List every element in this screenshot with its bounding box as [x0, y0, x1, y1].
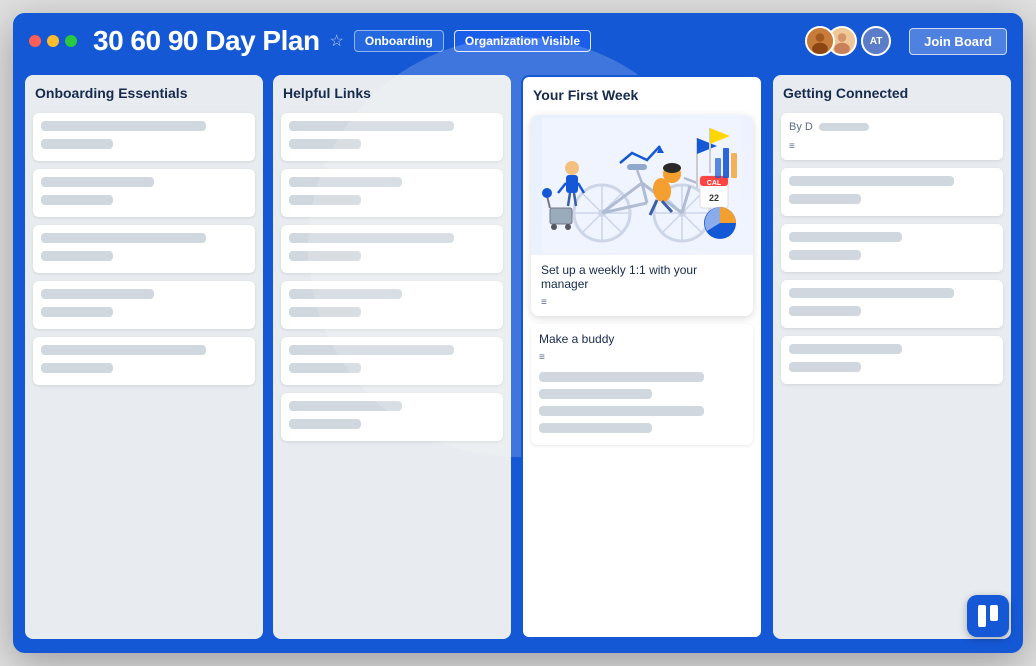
column-4-title: Getting Connected [781, 85, 1003, 101]
card-2-3[interactable] [281, 225, 503, 273]
card-illustration: CAL 22 [531, 115, 753, 255]
placeholder-bar [289, 177, 402, 187]
placeholder-bar [789, 176, 954, 186]
card-4-partial[interactable]: By D ≡ [781, 113, 1003, 160]
placeholder-bar [41, 177, 154, 187]
placeholder-bar [289, 307, 361, 317]
traffic-lights [29, 35, 77, 47]
placeholder-bar [289, 419, 361, 429]
menu-icon-2: ≡ [539, 352, 545, 363]
onboarding-tag[interactable]: Onboarding [354, 30, 444, 52]
card-line-1: ≡ [541, 297, 743, 308]
trello-logo[interactable] [967, 595, 1009, 637]
column-your-first-week: Your First Week [521, 75, 763, 639]
placeholder-bar [41, 195, 113, 205]
app-window: 30 60 90 Day Plan ☆ Onboarding Organizat… [13, 13, 1023, 653]
placeholder-bar [539, 389, 652, 399]
buddy-title: Make a buddy [539, 332, 745, 346]
avatar-1[interactable] [805, 26, 835, 56]
placeholder-bar [789, 194, 861, 204]
by-label: By D [789, 121, 813, 133]
placeholder-bar [289, 251, 361, 261]
placeholder-bar [289, 121, 454, 131]
buddy-card[interactable]: Make a buddy ≡ [531, 324, 753, 445]
card-4-2[interactable] [781, 224, 1003, 272]
placeholder-bar [789, 306, 861, 316]
placeholder-bar [41, 233, 206, 243]
trello-bar-right [990, 605, 998, 621]
placeholder-bar [289, 345, 454, 355]
card-2-6[interactable] [281, 393, 503, 441]
card-1-5[interactable] [33, 337, 255, 385]
card-featured-body: Set up a weekly 1:1 with your manager ≡ [531, 255, 753, 316]
svg-text:22: 22 [709, 193, 719, 203]
placeholder-bar [539, 372, 704, 382]
placeholder-bar [41, 345, 206, 355]
column-getting-connected: Getting Connected By D ≡ [773, 75, 1011, 639]
menu-icon: ≡ [541, 297, 547, 308]
placeholder-bar [41, 363, 113, 373]
placeholder-bar [789, 232, 902, 242]
column-1-title: Onboarding Essentials [33, 85, 255, 101]
featured-card[interactable]: CAL 22 [531, 115, 753, 316]
avatar-initials[interactable]: AT [861, 26, 891, 56]
placeholder-bar [789, 250, 861, 260]
page-title: 30 60 90 Day Plan [93, 25, 320, 57]
placeholder-bar [41, 307, 113, 317]
avatar-group: AT [805, 26, 899, 56]
placeholder-bar [289, 289, 402, 299]
placeholder-bar [41, 251, 113, 261]
placeholder-bar [789, 344, 902, 354]
board-content: Onboarding Essentials [13, 67, 1023, 651]
column-onboarding-essentials: Onboarding Essentials [25, 75, 263, 639]
titlebar: 30 60 90 Day Plan ☆ Onboarding Organizat… [13, 13, 1023, 67]
card-4-4[interactable] [781, 336, 1003, 384]
placeholder-bar [41, 289, 154, 299]
placeholder-bar [289, 233, 454, 243]
card-2-4[interactable] [281, 281, 503, 329]
card-1-2[interactable] [33, 169, 255, 217]
trello-logo-icon [978, 605, 998, 627]
list-icon: ≡ [789, 141, 795, 152]
maximize-button[interactable] [65, 35, 77, 47]
star-icon[interactable]: ☆ [330, 31, 344, 51]
column-helpful-links: Helpful Links [273, 75, 511, 639]
card-2-5[interactable] [281, 337, 503, 385]
placeholder-bar [289, 139, 361, 149]
placeholder-bar [789, 362, 861, 372]
placeholder-bar [539, 406, 704, 416]
placeholder-bar [789, 288, 954, 298]
trello-bar-left [978, 605, 986, 627]
org-visible-tag[interactable]: Organization Visible [454, 30, 591, 52]
card-2-2[interactable] [281, 169, 503, 217]
column-2-title: Helpful Links [281, 85, 503, 101]
buddy-lines: ≡ [539, 352, 745, 437]
close-button[interactable] [29, 35, 41, 47]
placeholder-bar [539, 423, 652, 433]
placeholder-bar [41, 121, 206, 131]
column-3-title: Your First Week [531, 87, 753, 103]
card-meta-lines: ≡ [541, 297, 743, 308]
minimize-button[interactable] [47, 35, 59, 47]
card-manager-text: Set up a weekly 1:1 with your manager [541, 263, 743, 291]
placeholder-bar [289, 195, 361, 205]
card-4-3[interactable] [781, 280, 1003, 328]
card-4-1[interactable] [781, 168, 1003, 216]
svg-text:CAL: CAL [707, 180, 722, 187]
card-2-1[interactable] [281, 113, 503, 161]
placeholder-bar [289, 363, 361, 373]
card-1-4[interactable] [33, 281, 255, 329]
join-board-button[interactable]: Join Board [909, 28, 1007, 55]
placeholder-bar [819, 123, 869, 131]
placeholder-bar [41, 139, 113, 149]
card-1-1[interactable] [33, 113, 255, 161]
card-1-3[interactable] [33, 225, 255, 273]
placeholder-bar [289, 401, 402, 411]
